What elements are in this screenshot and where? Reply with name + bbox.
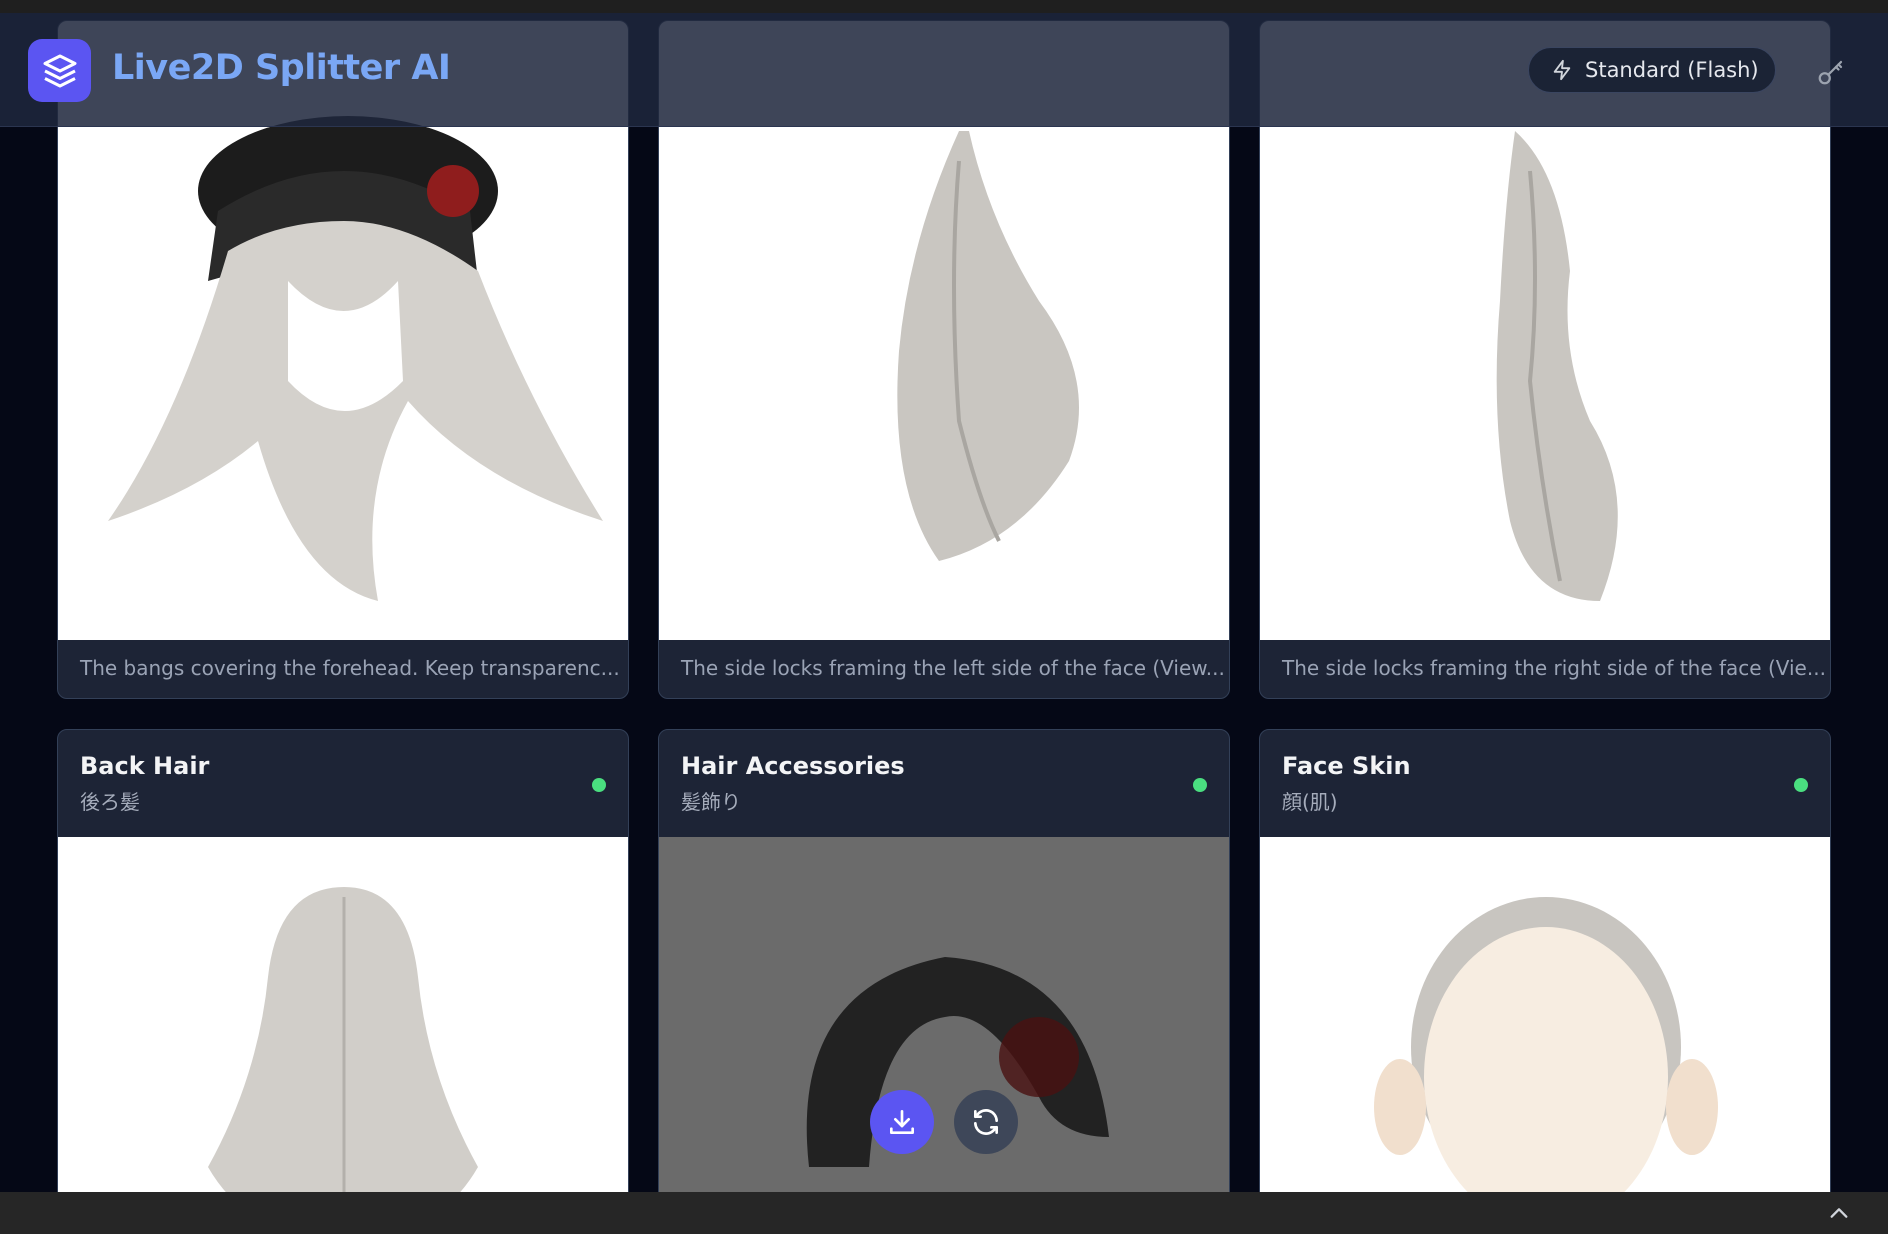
- layer-card-header: Hair Accessories 髪飾り: [659, 730, 1229, 837]
- model-selector-button[interactable]: Standard (Flash): [1528, 47, 1776, 93]
- window-bottom-bar: [0, 1192, 1888, 1234]
- layer-card-face-skin[interactable]: Face Skin 顔(肌): [1259, 729, 1831, 1234]
- layer-card-hair-accessories[interactable]: Hair Accessories 髪飾り: [658, 729, 1230, 1234]
- download-button[interactable]: [870, 1090, 934, 1154]
- layer-card-header: Back Hair 後ろ髪: [58, 730, 628, 837]
- key-icon: [1818, 60, 1843, 85]
- layer-description: The side locks framing the left side of …: [681, 656, 1225, 680]
- layer-card-header: Face Skin 顔(肌): [1260, 730, 1830, 837]
- layer-preview-image: [1260, 837, 1830, 1234]
- layer-description: The side locks framing the right side of…: [1282, 656, 1826, 680]
- layer-title: Back Hair: [80, 752, 210, 780]
- status-indicator: [1794, 778, 1808, 792]
- layer-subtitle: 後ろ髪: [80, 790, 140, 814]
- api-key-button[interactable]: [1816, 57, 1846, 87]
- layer-card-back-hair[interactable]: Back Hair 後ろ髪: [57, 729, 629, 1234]
- window-top-strip: [0, 0, 1888, 13]
- app-title: Live2D Splitter AI: [112, 48, 451, 88]
- layer-title: Face Skin: [1282, 752, 1411, 780]
- app-logo: [28, 39, 91, 102]
- layer-title: Hair Accessories: [681, 752, 905, 780]
- app-header: Live2D Splitter AI Standard (Flash): [0, 13, 1888, 127]
- layers-icon: [43, 54, 76, 87]
- refresh-icon: [974, 1109, 998, 1135]
- layer-preview-image: [58, 837, 628, 1234]
- flash-icon: [1553, 59, 1571, 81]
- chevron-up-icon[interactable]: [1828, 1204, 1850, 1222]
- status-indicator: [1193, 778, 1207, 792]
- regenerate-button[interactable]: [954, 1090, 1018, 1154]
- download-icon: [890, 1110, 914, 1134]
- layer-description: The bangs covering the forehead. Keep tr…: [80, 656, 620, 680]
- layer-preview-image: [659, 837, 1229, 1234]
- model-selector-label: Standard (Flash): [1585, 58, 1759, 82]
- layer-subtitle: 顔(肌): [1282, 790, 1338, 814]
- layer-subtitle: 髪飾り: [681, 790, 741, 814]
- status-indicator: [592, 778, 606, 792]
